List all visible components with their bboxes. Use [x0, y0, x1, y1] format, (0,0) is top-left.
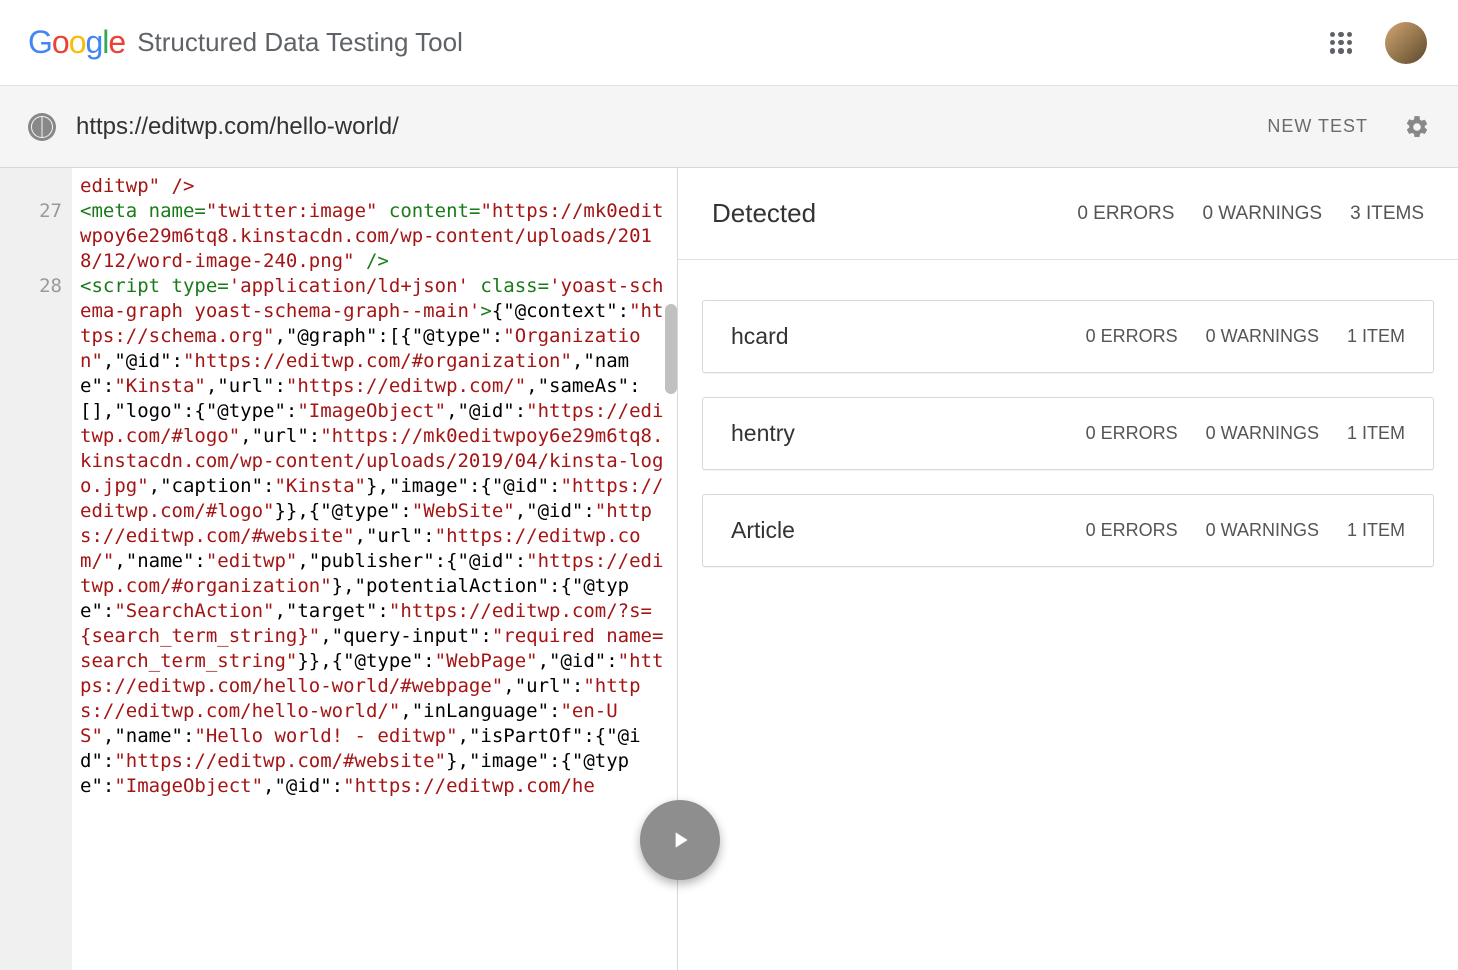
header-left: Google Structured Data Testing Tool: [28, 24, 463, 61]
results-cards: hcard 0 ERRORS 0 WARNINGS 1 ITEM hentry 0 ERR…: [678, 260, 1458, 607]
results-summary: 0 ERRORS 0 WARNINGS 3 ITEMS: [1077, 203, 1424, 225]
results-header: Detected 0 ERRORS 0 WARNINGS 3 ITEMS: [678, 168, 1458, 260]
card-items: 1 ITEM: [1347, 423, 1405, 444]
toolbar-right: NEW TEST: [1267, 114, 1430, 140]
card-name: hcard: [731, 323, 789, 350]
result-card-article[interactable]: Article 0 ERRORS 0 WARNINGS 1 ITEM: [702, 494, 1434, 567]
code-gutter: 27 28: [0, 168, 72, 970]
card-warnings: 0 WARNINGS: [1206, 423, 1319, 444]
card-items: 1 ITEM: [1347, 520, 1405, 541]
toolbar-left: [28, 113, 1267, 141]
apps-grid-icon[interactable]: [1330, 32, 1352, 54]
card-name: hentry: [731, 420, 795, 447]
result-card-hcard[interactable]: hcard 0 ERRORS 0 WARNINGS 1 ITEM: [702, 300, 1434, 373]
run-test-fab[interactable]: [640, 800, 720, 880]
card-errors: 0 ERRORS: [1086, 326, 1178, 347]
code-panel[interactable]: 27 28 editwp" /><meta name="twitter:imag…: [0, 168, 678, 970]
url-input[interactable]: [76, 113, 1267, 141]
avatar[interactable]: [1382, 19, 1430, 67]
card-stats: 0 ERRORS 0 WARNINGS 1 ITEM: [1086, 326, 1405, 347]
results-panel: Detected 0 ERRORS 0 WARNINGS 3 ITEMS hca…: [678, 168, 1458, 970]
result-card-hentry[interactable]: hentry 0 ERRORS 0 WARNINGS 1 ITEM: [702, 397, 1434, 470]
header-right: [1330, 19, 1430, 67]
google-logo: Google: [28, 24, 125, 61]
card-name: Article: [731, 517, 795, 544]
toolbar: NEW TEST: [0, 86, 1458, 168]
summary-errors: 0 ERRORS: [1077, 203, 1174, 225]
card-warnings: 0 WARNINGS: [1206, 520, 1319, 541]
card-stats: 0 ERRORS 0 WARNINGS 1 ITEM: [1086, 520, 1405, 541]
main: 27 28 editwp" /><meta name="twitter:imag…: [0, 168, 1458, 970]
card-stats: 0 ERRORS 0 WARNINGS 1 ITEM: [1086, 423, 1405, 444]
code-content[interactable]: editwp" /><meta name="twitter:image" con…: [72, 168, 677, 970]
summary-warnings: 0 WARNINGS: [1202, 203, 1322, 225]
new-test-button[interactable]: NEW TEST: [1267, 116, 1368, 137]
gear-icon[interactable]: [1404, 114, 1430, 140]
card-warnings: 0 WARNINGS: [1206, 326, 1319, 347]
app-header: Google Structured Data Testing Tool: [0, 0, 1458, 86]
summary-items: 3 ITEMS: [1350, 203, 1424, 225]
app-title: Structured Data Testing Tool: [137, 27, 463, 58]
card-items: 1 ITEM: [1347, 326, 1405, 347]
globe-icon: [28, 113, 56, 141]
card-errors: 0 ERRORS: [1086, 423, 1178, 444]
scrollbar-thumb[interactable]: [665, 304, 677, 394]
card-errors: 0 ERRORS: [1086, 520, 1178, 541]
play-icon: [667, 826, 693, 854]
results-title: Detected: [712, 198, 816, 229]
